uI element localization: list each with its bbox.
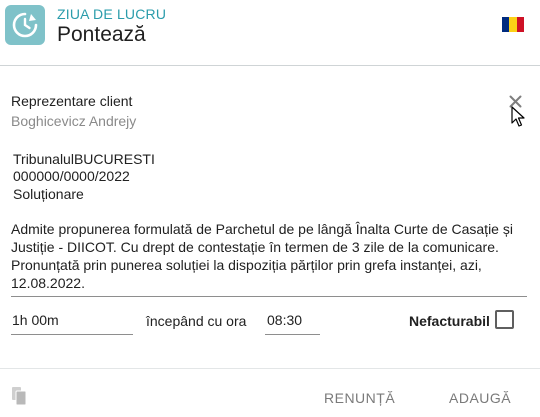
client-type-label: Reprezentare client: [11, 93, 133, 109]
add-button[interactable]: ADAUGĂ: [449, 390, 511, 406]
duration-field[interactable]: 1h 00m: [11, 308, 133, 335]
cancel-button[interactable]: RENUNȚĂ: [324, 390, 395, 406]
nonbillable-label[interactable]: Nefacturabil: [409, 313, 490, 329]
case-stage: Soluționare: [13, 186, 84, 202]
app-subtitle: ZIUA DE LUCRU: [57, 6, 167, 22]
clock-refresh-icon: [5, 5, 45, 45]
flag-stripe-blue: [502, 17, 510, 32]
mouse-cursor-icon: [511, 106, 525, 127]
flag-stripe-red: [516, 17, 524, 32]
page-title: Pontează: [57, 23, 146, 46]
dialog-header: ZIUA DE LUCRU Pontează: [0, 0, 540, 66]
footer-divider: [0, 368, 540, 369]
solution-divider: [11, 296, 527, 297]
solution-text[interactable]: Admite propunerea formulată de Parchetul…: [11, 220, 531, 292]
start-time-label: începând cu ora: [146, 313, 247, 329]
start-time-field[interactable]: 08:30: [265, 308, 320, 335]
romania-flag-icon[interactable]: [502, 17, 524, 32]
client-name: Boghicevicz Andrejy: [11, 113, 137, 129]
nonbillable-checkbox[interactable]: [495, 310, 514, 329]
case-number: 000000/0000/2022: [13, 168, 130, 184]
copy-icon[interactable]: [11, 386, 27, 411]
flag-stripe-yellow: [509, 17, 517, 32]
court-name: TribunalulBUCURESTI: [13, 151, 155, 167]
